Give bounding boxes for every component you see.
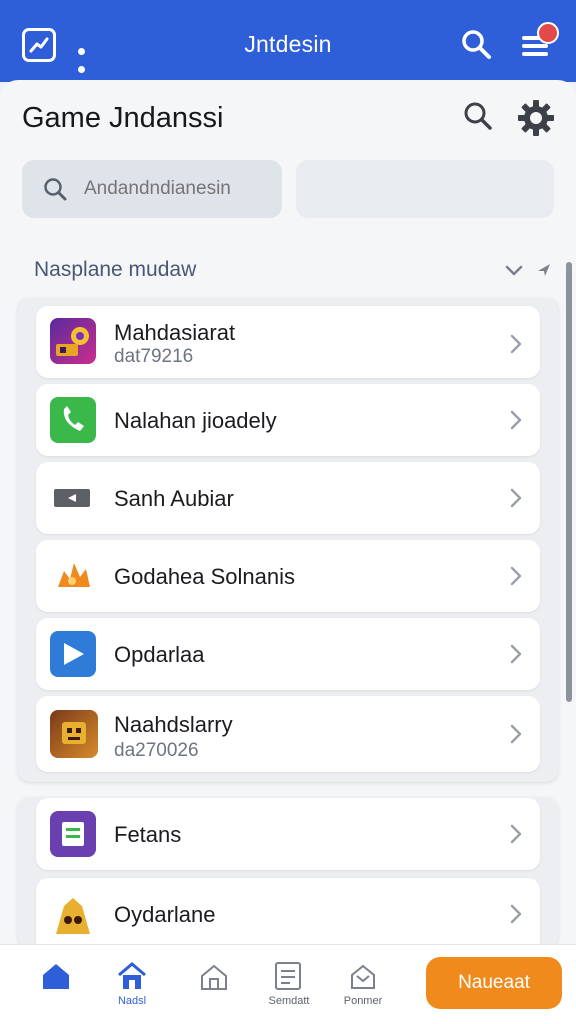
chevron-right-icon (510, 824, 522, 849)
page-title: Game Jndanssi (22, 102, 224, 134)
home-outline-icon (116, 961, 148, 996)
chevron-right-icon (510, 724, 522, 749)
list-group-primary: Mahdasiarat dat79216 Nalahan jioadely Sa… (18, 298, 558, 782)
chevron-right-icon (510, 566, 522, 591)
list-item[interactable]: Naahdslarry da270026 (36, 696, 540, 772)
list-item[interactable]: Mahdasiarat dat79216 (36, 306, 540, 378)
search-field[interactable] (22, 160, 282, 218)
chevron-right-icon (510, 410, 522, 435)
list-item-label: Godahea Solnanis (114, 564, 296, 589)
search-input[interactable] (84, 174, 274, 204)
section-label: Nasplane mudaw (34, 258, 197, 281)
document-icon (274, 961, 302, 996)
flame-icon (50, 553, 96, 599)
list-item[interactable]: Oydarlane (36, 878, 540, 948)
notification-badge (537, 22, 559, 44)
tab-house[interactable] (186, 945, 242, 1024)
app-bar: Jntdesin (0, 0, 576, 82)
house-icon (199, 963, 229, 996)
search-icon[interactable] (460, 28, 492, 65)
primary-action-button[interactable]: Naueaat (426, 957, 562, 1009)
list-item-label: Opdarlaa (114, 642, 205, 667)
list-item-label: Oydarlane (114, 902, 216, 927)
list-item-label: Mahdasiarat (114, 320, 236, 345)
tab-label: Nadsl (117, 995, 147, 1007)
card-icon (50, 475, 96, 521)
tab-home[interactable] (28, 945, 84, 1024)
tab-label: Ponmer (343, 995, 383, 1007)
tab-nadsl[interactable]: Nadsl (104, 945, 160, 1024)
bottom-nav: Nadsl Semdatt Ponmer Naueaat (0, 944, 576, 1024)
game-thumbnail-purple-icon (50, 318, 96, 364)
send-arrow-icon[interactable] (536, 262, 552, 283)
chevron-right-icon (510, 334, 522, 359)
tab-label: Semdatt (268, 995, 310, 1007)
scrollbar[interactable] (566, 262, 572, 702)
home-icon (40, 961, 72, 996)
chevron-right-icon (510, 904, 522, 929)
search-icon (42, 176, 68, 207)
phone-icon (50, 397, 96, 443)
tab-ponmer[interactable]: Ponmer (332, 945, 394, 1024)
list-item[interactable]: Opdarlaa (36, 618, 540, 690)
list-item-subtitle: dat79216 (114, 346, 194, 367)
play-icon (50, 631, 96, 677)
inbox-icon (349, 963, 377, 996)
chevron-down-icon[interactable] (504, 264, 524, 283)
list-item-label: Fetans (114, 822, 182, 847)
main-sheet: Game Jndanssi Nasplane mudaw (0, 80, 576, 948)
list-item-label: Nalahan jioadely (114, 408, 277, 433)
gear-icon[interactable] (516, 98, 556, 143)
list-item-label: Naahdslarry (114, 712, 233, 737)
game-thumbnail-robot-icon (50, 710, 98, 758)
list-item[interactable]: Godahea Solnanis (36, 540, 540, 612)
filter-field[interactable] (296, 160, 554, 218)
search-icon[interactable] (462, 100, 494, 137)
list-item-label: Sanh Aubiar (114, 486, 234, 511)
list-item[interactable]: Nalahan jioadely (36, 384, 540, 456)
monster-icon (50, 894, 96, 940)
chevron-right-icon (510, 644, 522, 669)
list-item[interactable]: Fetans (36, 798, 540, 870)
list-group-secondary: Fetans Oydarlane (18, 798, 558, 948)
list-card-icon (50, 811, 96, 857)
chevron-right-icon (510, 488, 522, 513)
list-item-subtitle: da270026 (114, 740, 199, 761)
list-item[interactable]: Sanh Aubiar (36, 462, 540, 534)
tab-semdatt[interactable]: Semdatt (256, 945, 322, 1024)
